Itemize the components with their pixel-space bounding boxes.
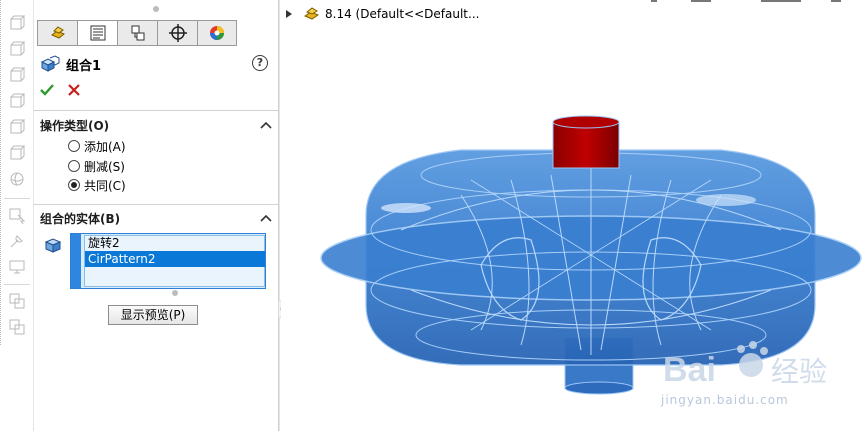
operation-type-title: 操作类型(O) bbox=[40, 118, 110, 133]
list-item[interactable]: CirPattern2 bbox=[85, 251, 265, 267]
radio-add-label: 添加(A) bbox=[84, 139, 126, 154]
sphere-view-icon[interactable] bbox=[8, 170, 26, 188]
view-cube-icon[interactable] bbox=[8, 92, 26, 110]
dimxpert-icon bbox=[168, 24, 187, 42]
property-manager-icon bbox=[90, 25, 105, 41]
radio-subtract[interactable]: 删减(S) bbox=[68, 158, 125, 174]
collapse-chevron-icon[interactable] bbox=[260, 214, 272, 222]
operation-type-header[interactable]: 操作类型(O) bbox=[40, 116, 272, 134]
bodies-title: 组合的实体(B) bbox=[40, 211, 121, 226]
display-icon[interactable] bbox=[8, 258, 26, 276]
watermark-url: jingyan.baidu.com bbox=[661, 393, 789, 407]
view-cube-icon[interactable] bbox=[8, 66, 26, 84]
manager-tabs bbox=[37, 20, 237, 46]
bodies-header[interactable]: 组合的实体(B) bbox=[40, 209, 272, 227]
view-cube-icon[interactable] bbox=[8, 144, 26, 162]
collapse-chevron-icon[interactable] bbox=[260, 121, 272, 129]
strip-separator bbox=[4, 284, 30, 285]
list-resize-grip[interactable] bbox=[172, 290, 178, 296]
combine-feature-icon bbox=[40, 55, 60, 72]
tab-property-manager[interactable] bbox=[77, 20, 117, 46]
tab-dimxpert-manager[interactable] bbox=[157, 20, 197, 46]
radio-common-button[interactable] bbox=[68, 179, 80, 191]
radio-add-button[interactable] bbox=[68, 140, 80, 152]
command-icon-strip bbox=[0, 0, 34, 431]
select-icon[interactable] bbox=[8, 206, 26, 225]
section-separator bbox=[34, 110, 278, 111]
panel-divider[interactable] bbox=[278, 0, 280, 431]
top-cylinder bbox=[552, 115, 620, 169]
feature-title: 组合1 bbox=[66, 58, 102, 74]
main-body bbox=[320, 149, 862, 366]
solid-body-icon bbox=[44, 238, 62, 253]
tab-configuration-manager[interactable] bbox=[117, 20, 157, 46]
panel-grip-dot[interactable] bbox=[153, 6, 159, 12]
svg-text:Bai: Bai bbox=[663, 351, 716, 389]
radio-subtract-label: 删减(S) bbox=[84, 159, 125, 174]
radio-subtract-button[interactable] bbox=[68, 160, 80, 172]
view-cube-icon[interactable] bbox=[8, 118, 26, 136]
graphics-area[interactable]: 8.14 (Default<<Default... Bai 经验 jingyan… bbox=[281, 0, 863, 431]
display-manager-icon bbox=[210, 26, 224, 40]
svg-text:经验: 经验 bbox=[771, 355, 827, 388]
help-icon[interactable]: ? bbox=[252, 55, 268, 71]
feature-manager-icon bbox=[50, 26, 65, 39]
section-separator bbox=[34, 204, 278, 205]
cancel-x-icon[interactable] bbox=[66, 82, 82, 98]
radio-common-label: 共同(C) bbox=[84, 178, 126, 193]
bodies-list[interactable]: 旋转2 CirPattern2 bbox=[70, 233, 266, 289]
radio-common[interactable]: 共同(C) bbox=[68, 177, 126, 193]
strip-dotted-guide bbox=[0, 0, 2, 345]
copy-body-icon[interactable] bbox=[8, 318, 26, 336]
tab-display-manager[interactable] bbox=[197, 20, 237, 46]
strip-separator bbox=[4, 198, 30, 199]
tab-feature-manager[interactable] bbox=[37, 20, 77, 46]
configuration-manager-icon bbox=[131, 25, 144, 41]
radio-add[interactable]: 添加(A) bbox=[68, 138, 126, 154]
feature-title-row: 组合1 bbox=[40, 54, 101, 74]
copy-body-icon[interactable] bbox=[8, 292, 26, 310]
list-focus-bar bbox=[71, 234, 81, 288]
property-manager-panel: 组合1 ? 操作类型(O) 添加(A) 删减(S) 共同(C) 组合的实体(B)… bbox=[34, 0, 278, 431]
show-preview-button[interactable]: 显示预览(P) bbox=[108, 305, 198, 325]
header-fragment bbox=[651, 0, 841, 2]
ok-check-icon[interactable] bbox=[39, 82, 55, 98]
view-cube-icon[interactable] bbox=[8, 14, 26, 32]
list-item[interactable]: 旋转2 bbox=[85, 235, 265, 251]
tool-icon[interactable] bbox=[8, 232, 26, 250]
view-cube-icon[interactable] bbox=[8, 40, 26, 58]
